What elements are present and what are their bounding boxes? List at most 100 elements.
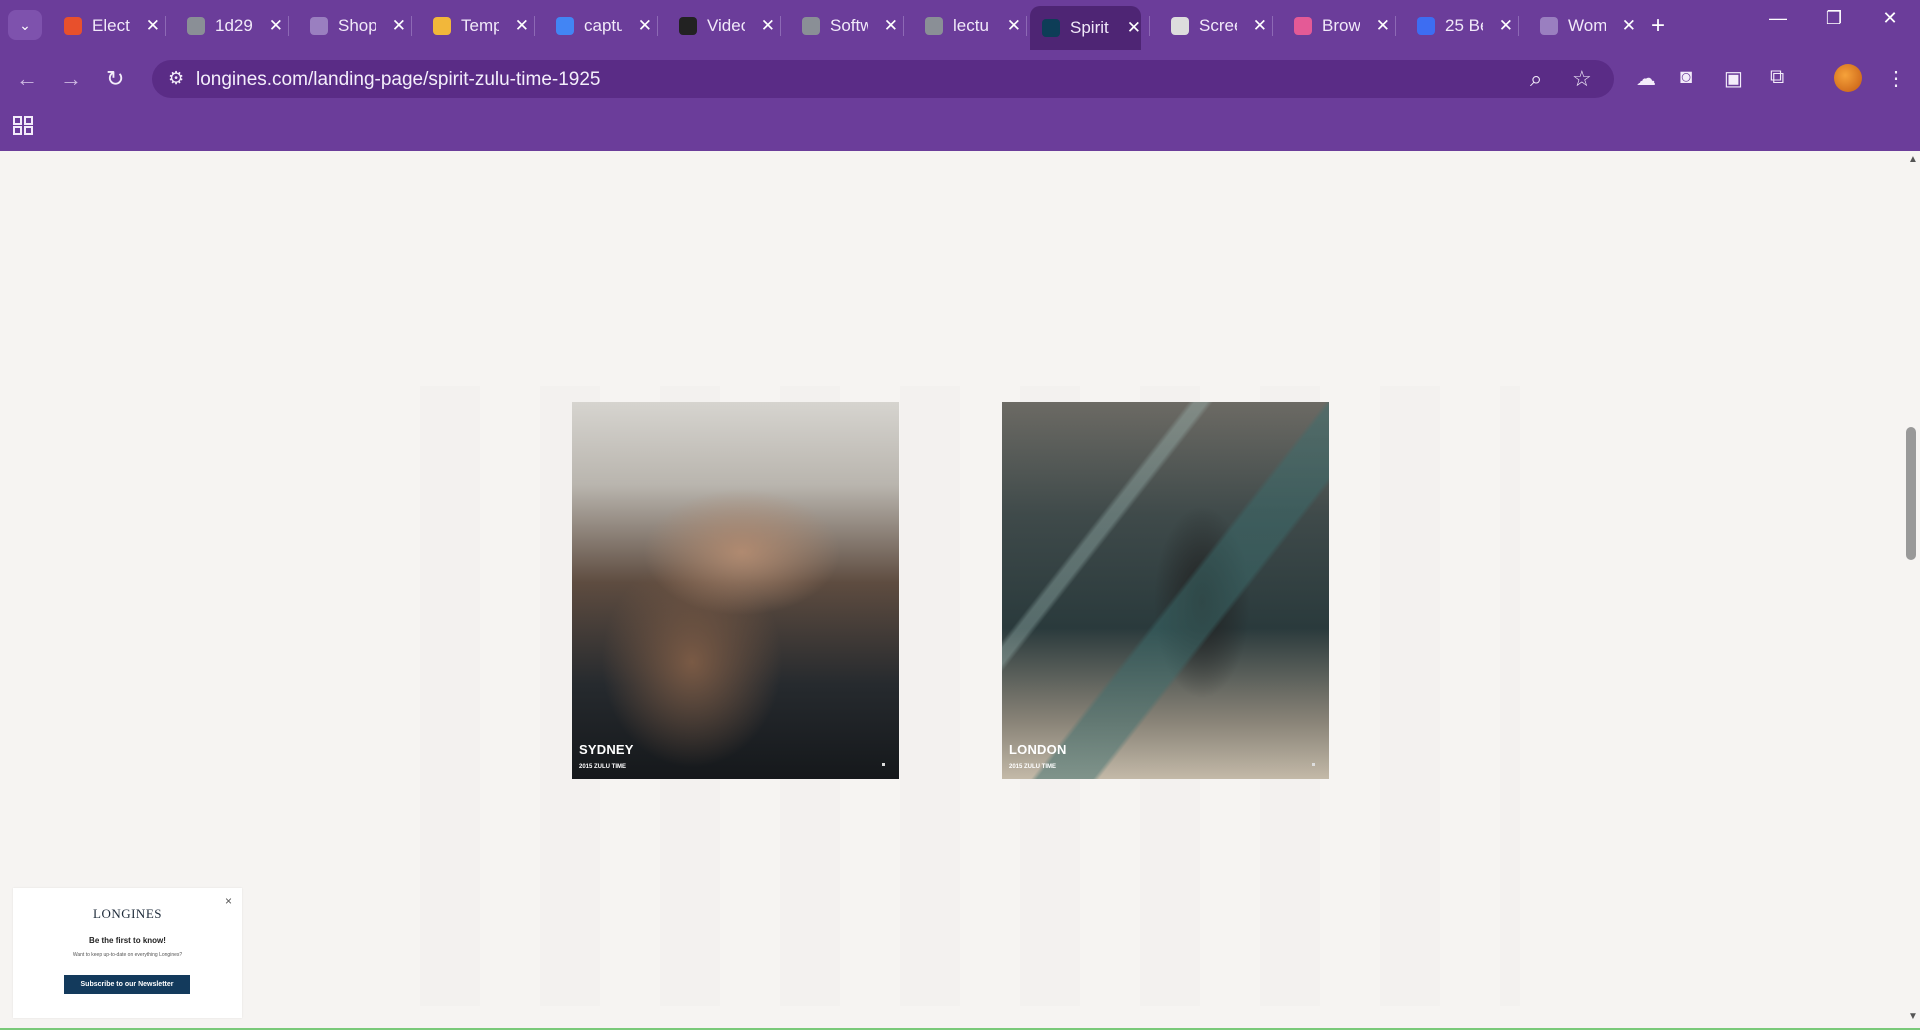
new-tab-button[interactable]: + [1651,12,1665,40]
play-indicator-icon [882,763,885,766]
plus-icon: + [1651,12,1666,39]
forward-button[interactable]: → [60,66,82,92]
restore-button[interactable]: ❐ [1814,8,1854,29]
tab-title: captu [584,16,622,35]
close-window-button[interactable]: ✕ [1870,8,1910,29]
reload-icon: ↻ [106,66,125,91]
tab-title: Temp [461,16,499,35]
close-tab-icon[interactable]: ✕ [884,16,898,36]
tab-1d29[interactable]: 1d29 ✕ [175,8,283,44]
tab-separator [165,16,166,36]
dribbble-icon [1294,17,1312,35]
tab-title: Electr [92,16,130,35]
tab-separator [1149,16,1150,36]
film-icon [679,17,697,35]
arrow-right-icon: → [60,66,82,91]
close-tab-icon[interactable]: ✕ [515,16,529,36]
globe-icon [802,17,820,35]
close-tab-icon[interactable]: ✕ [392,16,406,36]
london-card[interactable]: LONDON 2015 ZULU TIME [1002,402,1329,779]
extension-cloud-icon[interactable]: ☁ [1636,66,1656,91]
arrow-left-icon: ← [16,66,38,91]
tab-separator [1395,16,1396,36]
card-subtitle: 2015 ZULU TIME [1009,764,1057,770]
tab-title: Shop [338,16,376,35]
newsletter-text: Want to keep up-to-date on everything Lo… [72,952,183,958]
zoom-icon[interactable]: ⌕ [1530,66,1542,92]
globe-icon [187,17,205,35]
tab-separator [1026,16,1027,36]
profile-avatar[interactable] [1834,64,1862,92]
tab-lectu[interactable]: lectu ✕ [913,8,1021,44]
menu-kebab-icon[interactable]: ⋮ [1886,66,1906,91]
tab-separator [534,16,535,36]
screenshot-camera-icon[interactable]: ◙ [1680,66,1692,89]
minimize-icon: — [1769,8,1787,28]
back-button[interactable]: ← [16,66,38,92]
close-tab-icon[interactable]: ✕ [1376,16,1390,36]
tab-title: 1d29 [215,16,253,35]
apps-grid-icon[interactable] [12,114,34,141]
play-indicator-icon [1312,763,1315,766]
scroll-down-arrow-icon[interactable]: ▼ [1905,1011,1920,1022]
tab-title: Video [707,16,745,35]
card-city: SYDNEY [579,742,634,757]
scroll-up-arrow-icon[interactable]: ▲ [1905,154,1920,165]
tab-title: Scree [1199,16,1237,35]
bookmarks-bar [0,108,1920,151]
extensions-puzzle-icon[interactable]: ⧉ [1770,66,1784,89]
close-tab-icon[interactable]: ✕ [638,16,652,36]
close-tab-icon[interactable]: ✕ [761,16,775,36]
close-tab-icon[interactable]: ✕ [1253,16,1267,36]
restore-icon: ❐ [1825,8,1843,28]
newsletter-title: Be the first to know! [89,936,166,945]
tab-spirit[interactable]: Spirit ✕ [1030,6,1141,50]
url-text[interactable]: longines.com/landing-page/spirit-zulu-ti… [196,69,601,91]
close-tab-icon[interactable]: ✕ [146,16,160,36]
bookmark-star-icon[interactable]: ☆ [1572,66,1592,92]
close-icon: ✕ [1882,8,1898,28]
tab-title: Wom [1568,16,1606,35]
tab-temp[interactable]: Temp ✕ [421,8,529,44]
subscribe-button[interactable]: Subscribe to our Newsletter [64,975,190,994]
tab-separator [780,16,781,36]
tab-brow[interactable]: Brow ✕ [1282,8,1390,44]
dash-icon [1540,17,1558,35]
tab-electr[interactable]: Electr ✕ [52,8,160,44]
tab-search-button[interactable]: ⌄ [8,10,42,40]
tab-25-be[interactable]: 25 Be ✕ [1405,8,1513,44]
tab-scree[interactable]: Scree ✕ [1159,8,1267,44]
close-tab-icon[interactable]: ✕ [1127,18,1141,38]
tab-title: Softw [830,16,868,35]
envelope-icon [433,17,451,35]
close-tab-icon[interactable]: ✕ [269,16,283,36]
tab-captu[interactable]: captu ✕ [544,8,652,44]
newsletter-popup: × LONGINES Be the first to know! Want to… [13,888,242,1018]
close-tab-icon[interactable]: ✕ [1499,16,1513,36]
tab-video[interactable]: Video ✕ [667,8,775,44]
tab-shop[interactable]: Shop ✕ [298,8,406,44]
card-city: LONDON [1009,742,1067,757]
tab-title: Spirit [1070,18,1109,37]
close-tab-icon[interactable]: ✕ [1007,16,1021,36]
camera-icon [1171,17,1189,35]
scrollbar-thumb[interactable] [1906,427,1916,560]
site-info-icon[interactable]: ⚙ [168,68,184,89]
minimize-button[interactable]: — [1758,8,1798,29]
scrollbar[interactable] [1906,151,1920,1030]
card-subtitle: 2015 ZULU TIME [579,764,627,770]
tab-separator [657,16,658,36]
chevron-down-icon: ⌄ [19,16,31,33]
tab-softw[interactable]: Softw ✕ [790,8,898,44]
screen-record-icon[interactable]: ▣ [1724,66,1743,91]
reload-button[interactable]: ↻ [106,66,124,92]
dash-icon [310,17,328,35]
google-icon [556,17,574,35]
close-tab-icon[interactable]: ✕ [1622,16,1636,36]
globe-icon [925,17,943,35]
tab-title: Brow [1322,16,1360,35]
tab-wom[interactable]: Wom ✕ [1528,8,1636,44]
sydney-card[interactable]: SYDNEY 2015 ZULU TIME [572,402,899,779]
puzzle-icon [64,17,82,35]
tab-separator [1518,16,1519,36]
